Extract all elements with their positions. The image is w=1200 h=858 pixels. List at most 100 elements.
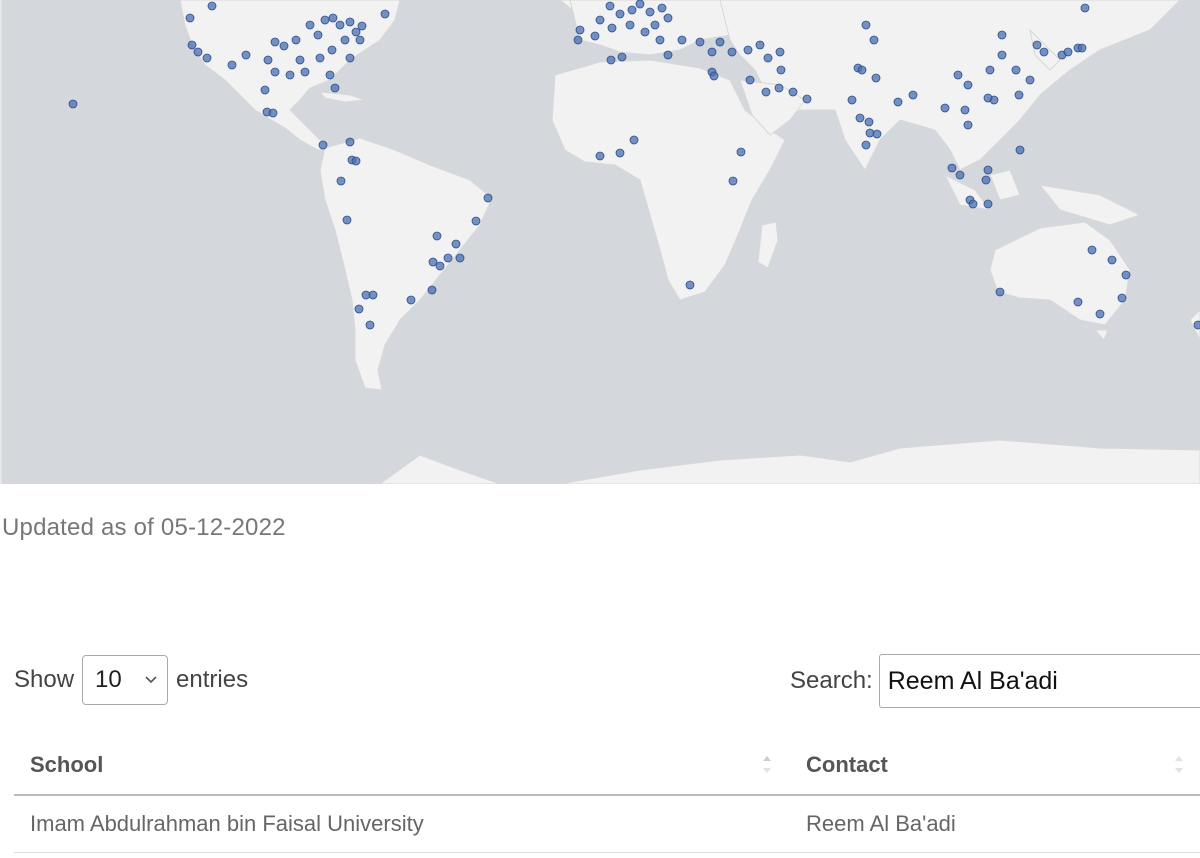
school-marker[interactable]: [997, 50, 1007, 60]
school-marker[interactable]: [963, 80, 973, 90]
school-marker[interactable]: [983, 199, 993, 209]
school-marker[interactable]: [68, 99, 78, 109]
school-marker[interactable]: [1063, 47, 1073, 57]
school-marker[interactable]: [953, 70, 963, 80]
school-marker[interactable]: [983, 93, 993, 103]
school-marker[interactable]: [202, 53, 212, 63]
school-marker[interactable]: [573, 35, 583, 45]
school-marker[interactable]: [1117, 293, 1127, 303]
school-marker[interactable]: [595, 151, 605, 161]
school-marker[interactable]: [776, 65, 786, 75]
school-marker[interactable]: [345, 53, 355, 63]
school-marker[interactable]: [715, 37, 725, 47]
school-marker[interactable]: [432, 231, 442, 241]
school-marker[interactable]: [761, 87, 771, 97]
school-marker[interactable]: [455, 253, 465, 263]
school-marker[interactable]: [774, 83, 784, 93]
column-header-contact[interactable]: Contact: [806, 736, 888, 794]
school-marker[interactable]: [1011, 65, 1021, 75]
school-marker[interactable]: [908, 90, 918, 100]
world-map[interactable]: [0, 0, 1200, 484]
school-marker[interactable]: [635, 0, 645, 9]
school-marker[interactable]: [327, 45, 337, 55]
school-marker[interactable]: [981, 175, 991, 185]
school-marker[interactable]: [855, 113, 865, 123]
school-marker[interactable]: [997, 30, 1007, 40]
school-marker[interactable]: [313, 30, 323, 40]
school-marker[interactable]: [285, 70, 295, 80]
school-marker[interactable]: [354, 304, 364, 314]
school-marker[interactable]: [655, 35, 665, 45]
school-marker[interactable]: [241, 50, 251, 60]
school-marker[interactable]: [872, 129, 882, 139]
school-marker[interactable]: [328, 13, 338, 23]
school-marker[interactable]: [320, 15, 330, 25]
school-marker[interactable]: [365, 320, 375, 330]
school-marker[interactable]: [663, 13, 673, 23]
school-marker[interactable]: [960, 105, 970, 115]
school-marker[interactable]: [629, 135, 639, 145]
school-marker[interactable]: [677, 35, 687, 45]
school-marker[interactable]: [368, 290, 378, 300]
school-marker[interactable]: [483, 193, 493, 203]
school-marker[interactable]: [187, 40, 197, 50]
school-marker[interactable]: [645, 7, 655, 17]
school-marker[interactable]: [305, 20, 315, 30]
school-marker[interactable]: [983, 165, 993, 175]
school-marker[interactable]: [575, 25, 585, 35]
school-marker[interactable]: [755, 40, 765, 50]
school-marker[interactable]: [342, 215, 352, 225]
school-marker[interactable]: [985, 65, 995, 75]
school-marker[interactable]: [615, 148, 625, 158]
school-marker[interactable]: [318, 140, 328, 150]
school-marker[interactable]: [864, 117, 874, 127]
school-marker[interactable]: [657, 3, 667, 13]
school-marker[interactable]: [1095, 309, 1105, 319]
school-marker[interactable]: [427, 285, 437, 295]
school-marker[interactable]: [451, 239, 461, 249]
school-marker[interactable]: [1087, 245, 1097, 255]
school-marker[interactable]: [1121, 270, 1131, 280]
school-marker[interactable]: [345, 137, 355, 147]
school-marker[interactable]: [295, 55, 305, 65]
school-marker[interactable]: [663, 50, 673, 60]
school-marker[interactable]: [291, 35, 301, 45]
school-marker[interactable]: [947, 163, 957, 173]
school-marker[interactable]: [963, 120, 973, 130]
school-marker[interactable]: [428, 257, 438, 267]
school-marker[interactable]: [351, 156, 361, 166]
school-marker[interactable]: [207, 1, 217, 11]
school-marker[interactable]: [345, 17, 355, 27]
school-marker[interactable]: [695, 37, 705, 47]
school-marker[interactable]: [270, 67, 280, 77]
school-marker[interactable]: [590, 31, 600, 41]
school-marker[interactable]: [736, 147, 746, 157]
search-input[interactable]: Reem Al Ba'adi: [878, 654, 1200, 708]
school-marker[interactable]: [640, 27, 650, 37]
school-marker[interactable]: [1193, 320, 1200, 330]
sort-arrows-icon[interactable]: [1174, 753, 1184, 777]
school-marker[interactable]: [1080, 3, 1090, 13]
school-marker[interactable]: [355, 35, 365, 45]
school-marker[interactable]: [1077, 43, 1087, 53]
school-marker[interactable]: [335, 20, 345, 30]
school-marker[interactable]: [351, 27, 361, 37]
school-marker[interactable]: [650, 20, 660, 30]
school-marker[interactable]: [1015, 145, 1025, 155]
school-marker[interactable]: [709, 71, 719, 81]
school-marker[interactable]: [743, 45, 753, 55]
school-marker[interactable]: [607, 23, 617, 33]
school-marker[interactable]: [707, 47, 717, 57]
school-marker[interactable]: [357, 21, 367, 31]
school-marker[interactable]: [1107, 255, 1117, 265]
school-marker[interactable]: [857, 65, 867, 75]
school-marker[interactable]: [788, 87, 798, 97]
sort-arrows-icon[interactable]: [762, 753, 772, 777]
school-marker[interactable]: [627, 5, 637, 15]
school-marker[interactable]: [270, 37, 280, 47]
school-marker[interactable]: [406, 295, 416, 305]
school-marker[interactable]: [595, 15, 605, 25]
school-marker[interactable]: [263, 55, 273, 65]
school-marker[interactable]: [1073, 297, 1083, 307]
school-marker[interactable]: [300, 67, 310, 77]
